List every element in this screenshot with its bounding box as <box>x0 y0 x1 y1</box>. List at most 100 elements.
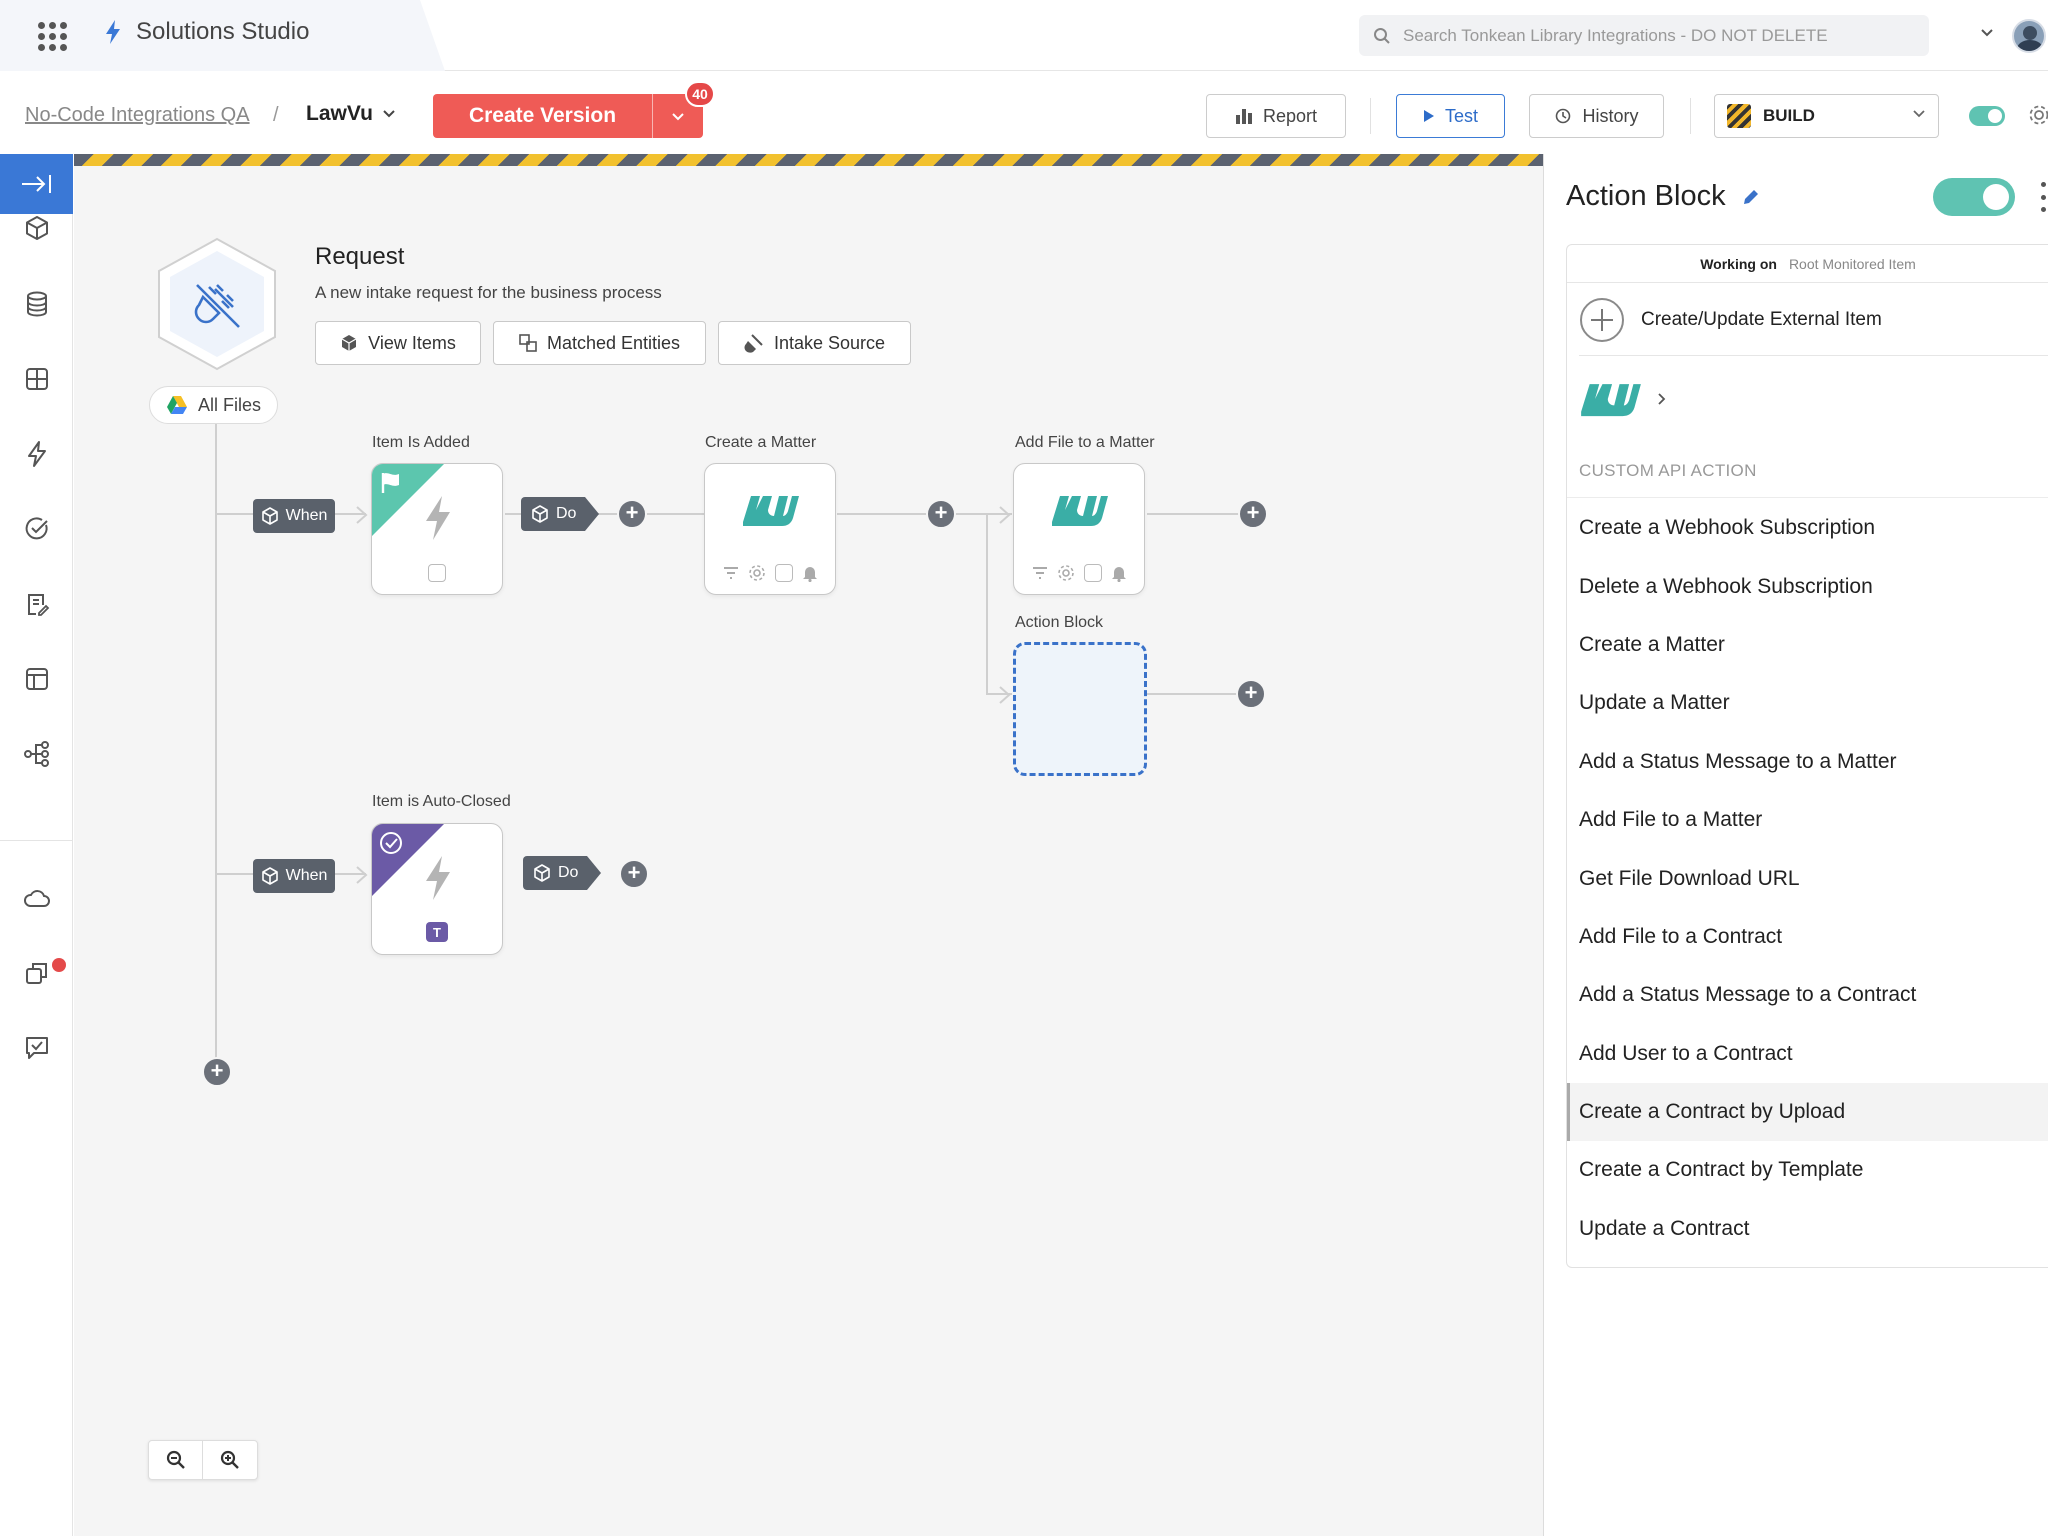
rail-item-modules[interactable] <box>0 198 73 258</box>
connector-line <box>1147 693 1247 695</box>
toolbar-divider <box>1690 98 1691 134</box>
create-matter-tile[interactable] <box>704 463 836 595</box>
action-list-item[interactable]: Update a Matter <box>1567 674 2048 732</box>
action-list-item[interactable]: Delete a Webhook Subscription <box>1567 557 2048 615</box>
breadcrumb-root-link[interactable]: No-Code Integrations QA <box>25 104 250 127</box>
rail-item-hierarchy[interactable] <box>0 724 73 784</box>
action-list-item[interactable]: Add User to a Contract <box>1567 1025 2048 1083</box>
bolt-icon <box>426 856 450 900</box>
panel-header: Action Block <box>1566 180 1760 213</box>
do-connector[interactable]: Do <box>521 497 600 531</box>
rail-item-data[interactable] <box>0 274 73 334</box>
action-list-item[interactable]: Add File to a Contract <box>1567 908 2048 966</box>
live-toggle[interactable] <box>1969 106 2005 126</box>
rail-item-workflows[interactable] <box>0 424 73 484</box>
history-button[interactable]: History <box>1529 94 1664 138</box>
add-step-button[interactable]: + <box>926 499 956 529</box>
do-connector[interactable]: Do <box>523 856 602 890</box>
intake-source-button[interactable]: Intake Source <box>718 321 911 365</box>
create-version-button[interactable]: Create Version <box>433 94 703 138</box>
arrow-right-icon <box>356 506 368 524</box>
more-options-icon[interactable] <box>2037 182 2048 212</box>
node-title-item-added: Item Is Added <box>372 434 470 451</box>
action-list-item[interactable]: Create a Contract by Upload <box>1567 1082 2048 1142</box>
matched-entities-label: Matched Entities <box>546 332 681 353</box>
gear-icon <box>1057 565 1074 581</box>
pencil-icon[interactable] <box>1742 188 1760 206</box>
rail-item-approvals[interactable] <box>0 499 73 559</box>
lawvu-logo-icon <box>743 496 799 526</box>
working-on-value[interactable]: Root Monitored Item <box>1789 256 1916 272</box>
build-mode-stripe <box>74 154 1543 166</box>
create-version-label[interactable]: Create Version <box>433 94 653 138</box>
zoom-in-icon <box>220 1450 239 1469</box>
app-brand[interactable]: Solutions Studio <box>104 18 309 46</box>
add-trigger-button[interactable]: + <box>202 1057 232 1087</box>
add-step-button[interactable]: + <box>617 499 647 529</box>
rail-item-matrix[interactable] <box>0 349 73 409</box>
rail-item-integrations[interactable] <box>0 868 73 928</box>
create-update-external-item[interactable]: Create/Update External Item <box>1579 297 1882 343</box>
action-list-item[interactable]: Create a Contract by Template <box>1567 1141 2048 1199</box>
rail-item-interfaces[interactable] <box>0 649 73 709</box>
zoom-in-button[interactable] <box>203 1441 257 1479</box>
custom-api-action-header: CUSTOM API ACTION <box>1579 461 1757 480</box>
source-chip[interactable]: All Files <box>149 386 278 424</box>
view-items-button[interactable]: View Items <box>315 321 481 365</box>
lawvu-logo-icon <box>1581 384 1641 417</box>
trigger-description: A new intake request for the business pr… <box>315 283 662 302</box>
add-step-button[interactable]: + <box>619 859 649 889</box>
breadcrumb-current[interactable]: LawVu <box>306 102 395 126</box>
action-list-item[interactable]: Create a Matter <box>1567 616 2048 674</box>
bar-chart-icon <box>1235 109 1252 124</box>
source-chip-label: All Files <box>197 394 261 415</box>
search-input[interactable] <box>1403 25 1883 46</box>
node-title-action-block: Action Block <box>1015 614 1104 631</box>
when-label: When <box>285 867 328 884</box>
when-connector[interactable]: When <box>253 859 335 893</box>
action-list-item[interactable]: Create a Webhook Subscription <box>1567 499 2048 557</box>
rail-item-forms[interactable] <box>0 574 73 634</box>
action-list: Create a Webhook Subscription Delete a We… <box>1567 499 2048 1258</box>
auto-closed-trigger-tile[interactable]: T <box>371 823 503 955</box>
item-added-trigger-tile[interactable] <box>371 463 503 595</box>
plus-circle-icon <box>1580 298 1624 342</box>
matched-entities-button[interactable]: Matched Entities <box>493 321 706 365</box>
when-connector[interactable]: When <box>253 499 335 533</box>
lawvu-integration-row[interactable] <box>1579 377 1667 421</box>
chevron-down-icon[interactable] <box>1980 28 1994 38</box>
action-block-enabled-toggle[interactable] <box>1933 178 2015 216</box>
chevron-down-icon <box>672 112 684 120</box>
rail-item-reviews[interactable] <box>0 1018 73 1078</box>
environment-select[interactable]: BUILD <box>1714 94 1939 138</box>
bolt-icon <box>106 20 120 44</box>
filter-icon <box>1032 567 1047 579</box>
add-step-button[interactable]: + <box>1238 499 1268 529</box>
gear-icon[interactable] <box>2028 104 2048 126</box>
action-block-placeholder[interactable] <box>1013 642 1147 776</box>
do-label: Do <box>556 505 577 522</box>
search-box[interactable] <box>1359 15 1929 56</box>
add-file-tile[interactable] <box>1013 463 1145 595</box>
cube-icon <box>261 867 278 885</box>
action-list-item[interactable]: Update a Contract <box>1567 1200 2048 1258</box>
rail-divider <box>0 840 73 841</box>
app-launcher-icon[interactable] <box>38 22 68 51</box>
request-trigger-node[interactable] <box>156 237 278 371</box>
plus-icon: + <box>934 500 948 525</box>
action-list-item[interactable]: Add a Status Message to a Contract <box>1567 966 2048 1024</box>
rail-item-versions[interactable] <box>0 943 73 1003</box>
action-list-item[interactable]: Add File to a Matter <box>1567 791 2048 849</box>
test-button[interactable]: Test <box>1396 94 1505 138</box>
avatar[interactable] <box>2012 19 2046 53</box>
connector-line <box>1147 513 1247 515</box>
arrow-right-icon <box>999 506 1011 524</box>
report-label: Report <box>1262 105 1318 126</box>
action-list-item[interactable]: Get File Download URL <box>1567 849 2048 907</box>
report-button[interactable]: Report <box>1206 94 1346 138</box>
zoom-out-button[interactable] <box>149 1441 204 1479</box>
history-label: History <box>1582 105 1639 126</box>
build-environment-icon <box>1727 104 1751 128</box>
add-step-button[interactable]: + <box>1236 679 1266 709</box>
action-list-item[interactable]: Add a Status Message to a Matter <box>1567 733 2048 791</box>
